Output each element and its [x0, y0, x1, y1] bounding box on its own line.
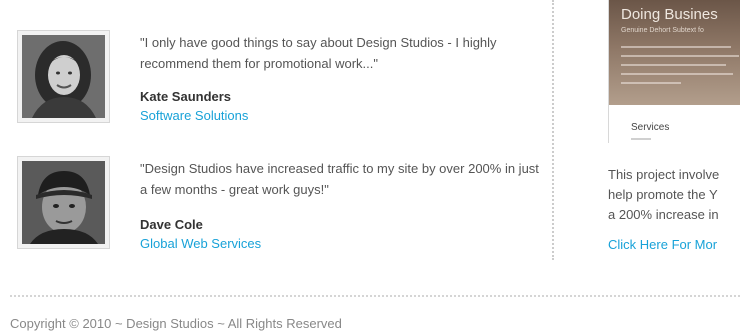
screenshot-text-line: [621, 46, 731, 48]
screenshot-text-line: [621, 55, 739, 57]
footer-divider: [10, 295, 740, 297]
screenshot-banner: Doing Busines Genuine Dehort Subtext fo: [609, 0, 740, 105]
project-description-line: This project involve: [608, 167, 720, 182]
avatar: [17, 30, 110, 123]
project-description-line: help promote the Y: [608, 187, 718, 202]
testimonial-author: Kate Saunders: [140, 89, 232, 104]
testimonial-quote: "Design Studios have increased traffic t…: [140, 161, 539, 197]
testimonial-company-link[interactable]: Global Web Services: [140, 236, 261, 251]
woman-portrait-image: [22, 35, 105, 118]
screenshot-services-underline: [631, 138, 651, 140]
testimonial-author: Dave Cole: [140, 217, 203, 232]
man-portrait-image: [22, 161, 105, 244]
column-divider: [552, 0, 554, 260]
project-screenshot[interactable]: Doing Busines Genuine Dehort Subtext fo …: [608, 0, 740, 143]
project-more-link[interactable]: Click Here For Mor: [608, 237, 717, 252]
footer-copyright: Copyright © 2010 ~ Design Studios ~ All …: [10, 316, 342, 331]
avatar: [17, 156, 110, 249]
screenshot-heading: Doing Busines: [621, 6, 718, 23]
screenshot-text-line: [621, 64, 726, 66]
testimonial-quote: "I only have good things to say about De…: [140, 35, 497, 71]
screenshot-text-line: [621, 82, 681, 84]
screenshot-text-line: [621, 73, 733, 75]
testimonial-company-link[interactable]: Software Solutions: [140, 108, 248, 123]
project-description-line: a 200% increase in: [608, 207, 719, 222]
screenshot-subheading: Genuine Dehort Subtext fo: [621, 27, 704, 34]
screenshot-services-label: Services: [631, 122, 670, 133]
project-description: This project involve help promote the Y …: [608, 165, 740, 225]
